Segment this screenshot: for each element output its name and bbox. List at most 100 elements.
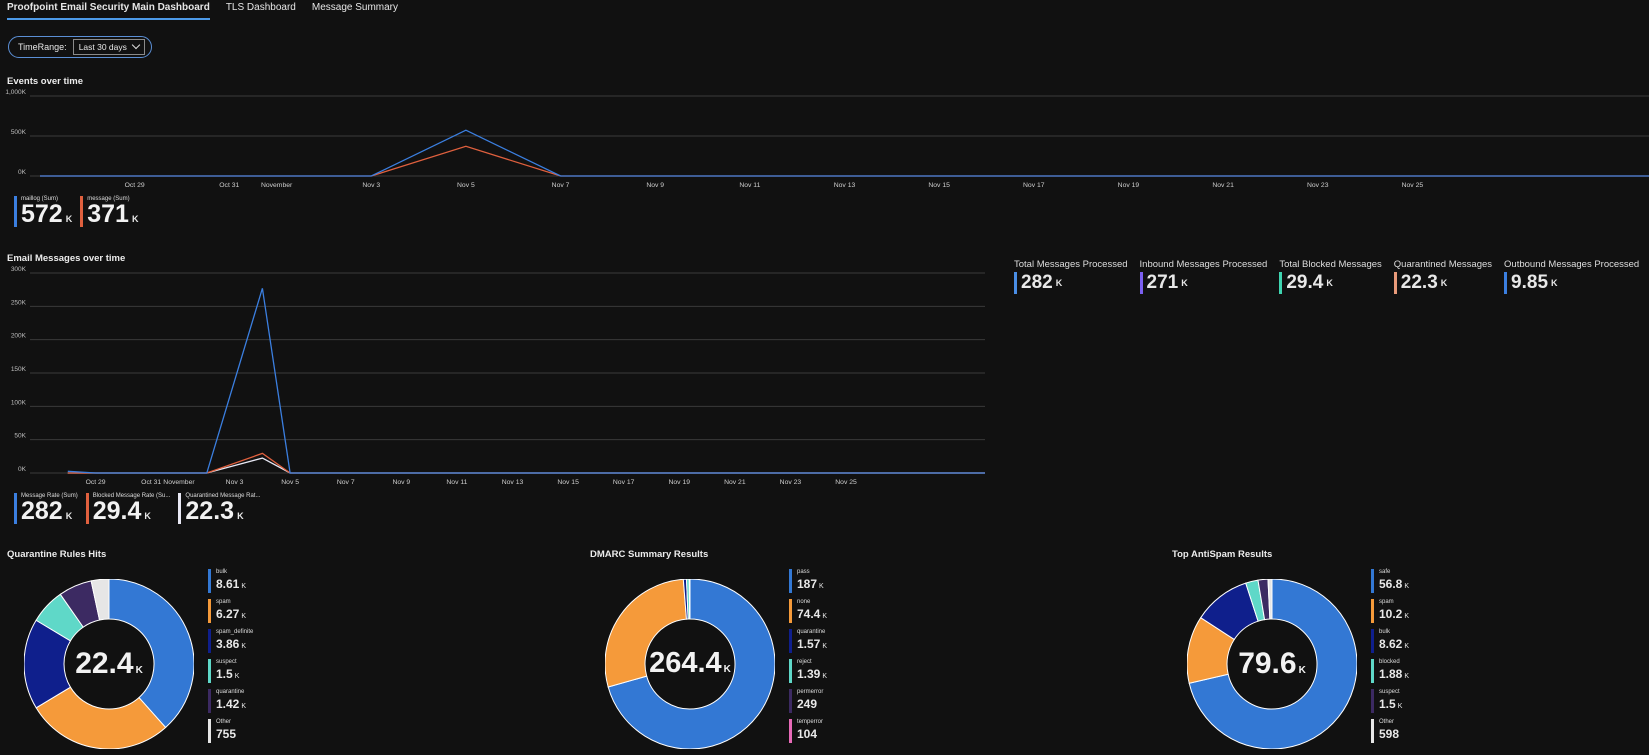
legend-value: 56.8 [1379, 577, 1403, 591]
legend-value: 1.39 [797, 667, 821, 681]
tile-outbound-messages[interactable]: Outbound Messages Processed 9.85 K [1504, 259, 1639, 294]
donut-legend-item[interactable]: spam 10.2 K [1371, 599, 1409, 623]
x-tick-label: Nov 25 [1402, 182, 1424, 189]
tile-label: Total Blocked Messages [1279, 259, 1382, 270]
x-tick-label: Nov 7 [337, 479, 355, 486]
series-line [40, 145, 1649, 177]
donut-legend-item[interactable]: reject 1.39 K [789, 659, 827, 683]
events-legend: maillog (Sum) 572 K message (Sum) 371 K [14, 196, 138, 227]
legend-value: 572 [21, 200, 63, 228]
legend-item-message-rate[interactable]: Message Rate (Sum) 282 K [14, 493, 78, 524]
email-legend: Message Rate (Sum) 282 K Blocked Message … [14, 493, 260, 524]
donut-legend-item[interactable]: none 74.4 K [789, 599, 827, 623]
donut-legend-item[interactable]: spam_definite 3.86 K [208, 629, 253, 653]
x-tick-label: Nov 13 [502, 479, 524, 486]
legend-color-bar [789, 629, 792, 653]
dashboard-tabs: Proofpoint Email Security Main Dashboard… [7, 0, 398, 22]
legend-unit: K [822, 673, 828, 680]
legend-color-bar [208, 659, 211, 683]
legend-item-quarantined-rate[interactable]: Quarantined Message Rat... 22.3 K [178, 493, 260, 524]
x-tick-label: Nov 9 [646, 182, 664, 189]
y-tick-label: 100K [11, 399, 27, 406]
tab-main-dashboard[interactable]: Proofpoint Email Security Main Dashboard [7, 0, 210, 20]
x-tick-label: Nov 13 [834, 182, 856, 189]
tile-color-bar [1504, 272, 1508, 294]
tile-value: 22.3 [1400, 272, 1438, 293]
x-tick-label: November [163, 479, 195, 486]
legend-color-bar [208, 719, 211, 743]
legend-unit: K [1397, 703, 1403, 710]
donut-center-value: 264.4 [649, 647, 722, 679]
y-tick-label: 0K [18, 169, 27, 176]
legend-unit: K [65, 511, 73, 521]
legend-value: 10.2 [1379, 607, 1403, 621]
x-tick-label: Nov 17 [613, 479, 635, 486]
x-tick-label: Oct 31 [219, 182, 239, 189]
y-tick-label: 300K [11, 266, 27, 273]
x-tick-label: Nov 11 [739, 182, 760, 189]
legend-item-message[interactable]: message (Sum) 371 K [80, 196, 138, 227]
tile-unit: K [1055, 278, 1063, 288]
donut-legend-item[interactable]: suspect 1.5 K [208, 659, 253, 683]
legend-color-bar [1371, 719, 1374, 743]
donut-legend-item[interactable]: Other 755 [208, 719, 253, 743]
chevron-down-icon [131, 40, 140, 50]
tile-color-bar [1279, 272, 1283, 294]
legend-value: 22.3 [185, 497, 235, 525]
tile-quarantined-messages[interactable]: Quarantined Messages 22.3 K [1393, 259, 1492, 294]
x-tick-label: Nov 19 [1118, 182, 1140, 189]
antispam-results-donut: 79.6 K [1186, 578, 1358, 750]
legend-color-bar [178, 493, 182, 524]
donut-legend-item[interactable]: blocked 1.88 K [1371, 659, 1409, 683]
legend-color-bar [789, 599, 792, 623]
donut-legend-item[interactable]: quarantine 1.42 K [208, 689, 253, 713]
tile-unit: K [1181, 278, 1188, 288]
x-tick-label: Nov 11 [446, 479, 467, 486]
x-tick-label: Nov 9 [392, 479, 410, 486]
legend-value: 8.61 [216, 577, 240, 591]
legend-value: 755 [216, 727, 237, 741]
legend-unit: K [65, 214, 73, 224]
legend-unit: K [1404, 613, 1410, 620]
dmarc-summary-donut: 264.4 K [604, 578, 776, 750]
donut-legend-item[interactable]: bulk 8.62 K [1371, 629, 1409, 653]
tab-tls-dashboard[interactable]: TLS Dashboard [226, 0, 296, 20]
events-line-chart: 1,000K 500K 0K Oct 29 Oct 31 November Nov 3 Nov… [5, 89, 1649, 189]
tile-blocked-messages[interactable]: Total Blocked Messages 29.4 K [1279, 259, 1382, 294]
donut-legend-item[interactable]: safe 56.8 K [1371, 569, 1409, 593]
quarantine-rules-title: Quarantine Rules Hits [7, 549, 107, 560]
tile-total-messages[interactable]: Total Messages Processed 282 K [1014, 259, 1128, 294]
tab-message-summary[interactable]: Message Summary [312, 0, 398, 20]
tile-color-bar [1393, 272, 1397, 294]
y-tick-label: 250K [11, 299, 27, 306]
donut-center-unit: K [723, 664, 731, 675]
donut-legend-item[interactable]: spam 6.27 K [208, 599, 253, 623]
y-tick-label: 150K [11, 366, 27, 373]
timerange-dropdown[interactable]: Last 30 days [72, 39, 145, 55]
donut-legend-item[interactable]: Other 598 [1371, 719, 1409, 743]
x-tick-label: Nov 21 [1212, 182, 1234, 189]
x-tick-label: Nov 21 [724, 479, 746, 486]
timerange-parameter: TimeRange: Last 30 days [8, 36, 152, 58]
tile-value: 282 [1021, 272, 1053, 293]
donut-legend-item[interactable]: suspect 1.5 K [1371, 689, 1409, 713]
legend-color-bar [789, 659, 792, 683]
legend-value: 249 [797, 697, 818, 711]
donut-legend-item[interactable]: pass 187 K [789, 569, 827, 593]
y-tick-label: 1,000K [5, 89, 26, 96]
donut-legend-item[interactable]: quarantine 1.57 K [789, 629, 827, 653]
donut-legend-item[interactable]: permerror 249 [789, 689, 827, 713]
legend-item-maillog[interactable]: maillog (Sum) 572 K [14, 196, 72, 227]
legend-value: 8.62 [1379, 637, 1403, 651]
donut-legend-item[interactable]: bulk 8.61 K [208, 569, 253, 593]
legend-unit: K [131, 214, 139, 224]
donut-legend-item[interactable]: temperror 104 [789, 719, 827, 743]
x-tick-label: Nov 25 [835, 479, 857, 486]
legend-item-blocked-rate[interactable]: Blocked Message Rate (Su... 29.4 K [85, 493, 170, 524]
timerange-label: TimeRange: [18, 42, 67, 52]
tile-label: Total Messages Processed [1014, 259, 1128, 270]
legend-color-bar [1371, 689, 1374, 713]
legend-color-bar [789, 719, 792, 743]
tile-inbound-messages[interactable]: Inbound Messages Processed 271 K [1139, 259, 1267, 294]
legend-value: 1.88 [1379, 667, 1403, 681]
